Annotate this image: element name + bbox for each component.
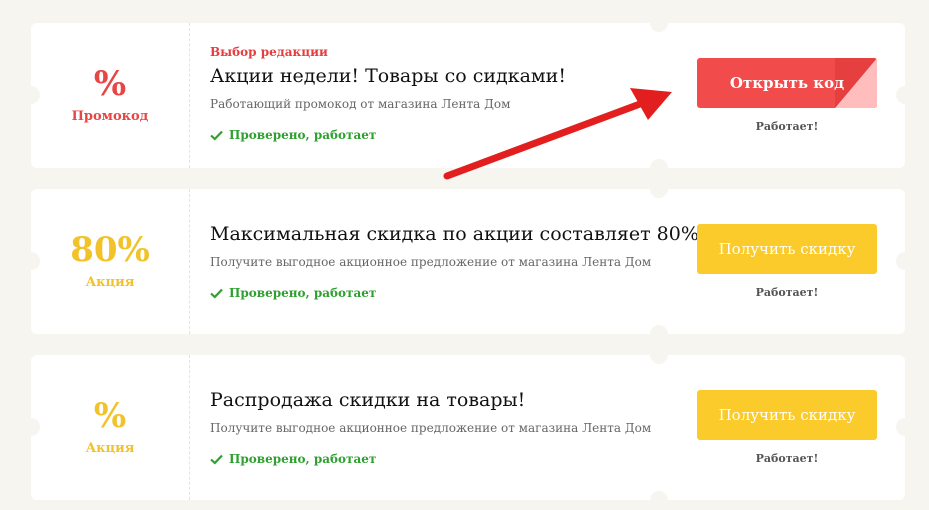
check-icon	[210, 130, 223, 141]
badge-value: 80%	[70, 230, 150, 270]
offer-title: Акции недели! Товары со сидками!	[210, 65, 566, 87]
offer-badge: % Акция	[31, 355, 190, 500]
verified-status: Проверено, работает	[210, 452, 376, 466]
works-status: Работает!	[755, 452, 819, 465]
verified-status: Проверено, работает	[210, 128, 376, 142]
offer-badge: 80% Акция	[31, 189, 190, 334]
offer-subtitle: Получите выгодное акционное предложение …	[210, 255, 652, 269]
button-label: Открыть код	[729, 74, 845, 92]
offer-title: Максимальная скидка по акции составляет …	[210, 223, 699, 245]
ticket-notch	[896, 252, 914, 270]
works-status: Работает!	[755, 286, 819, 299]
ticket-notch	[896, 418, 914, 436]
badge-type: Акция	[85, 275, 135, 290]
button-label: Получить скидку	[718, 406, 856, 424]
offer-subtitle: Работающий промокод от магазина Лента До…	[210, 97, 511, 111]
editor-choice-label: Выбор редакции	[210, 45, 328, 59]
ticket-notch	[896, 86, 914, 104]
badge-value: %	[93, 64, 127, 104]
offer-card: % Промокод Выбор редакции Акции недели! …	[22, 14, 914, 177]
offer-card: % Акция Распродажа скидки на товары! Пол…	[22, 346, 914, 509]
badge-value: %	[93, 396, 127, 436]
offer-title: Распродажа скидки на товары!	[210, 389, 526, 411]
get-discount-button[interactable]: Получить скидку	[697, 224, 877, 274]
offer-subtitle: Получите выгодное акционное предложение …	[210, 421, 652, 435]
offer-badge: % Промокод	[31, 23, 190, 168]
verified-label: Проверено, работает	[229, 452, 377, 466]
works-status: Работает!	[755, 120, 819, 133]
verified-label: Проверено, работает	[229, 128, 377, 142]
check-icon	[210, 288, 223, 299]
open-code-button[interactable]: Открыть код	[697, 58, 877, 108]
button-label: Получить скидку	[718, 240, 856, 258]
verified-label: Проверено, работает	[229, 286, 377, 300]
offer-card: 80% Акция Максимальная скидка по акции с…	[22, 180, 914, 343]
badge-type: Промокод	[71, 109, 149, 124]
verified-status: Проверено, работает	[210, 286, 376, 300]
check-icon	[210, 454, 223, 465]
get-discount-button[interactable]: Получить скидку	[697, 390, 877, 440]
badge-type: Акция	[85, 441, 135, 456]
